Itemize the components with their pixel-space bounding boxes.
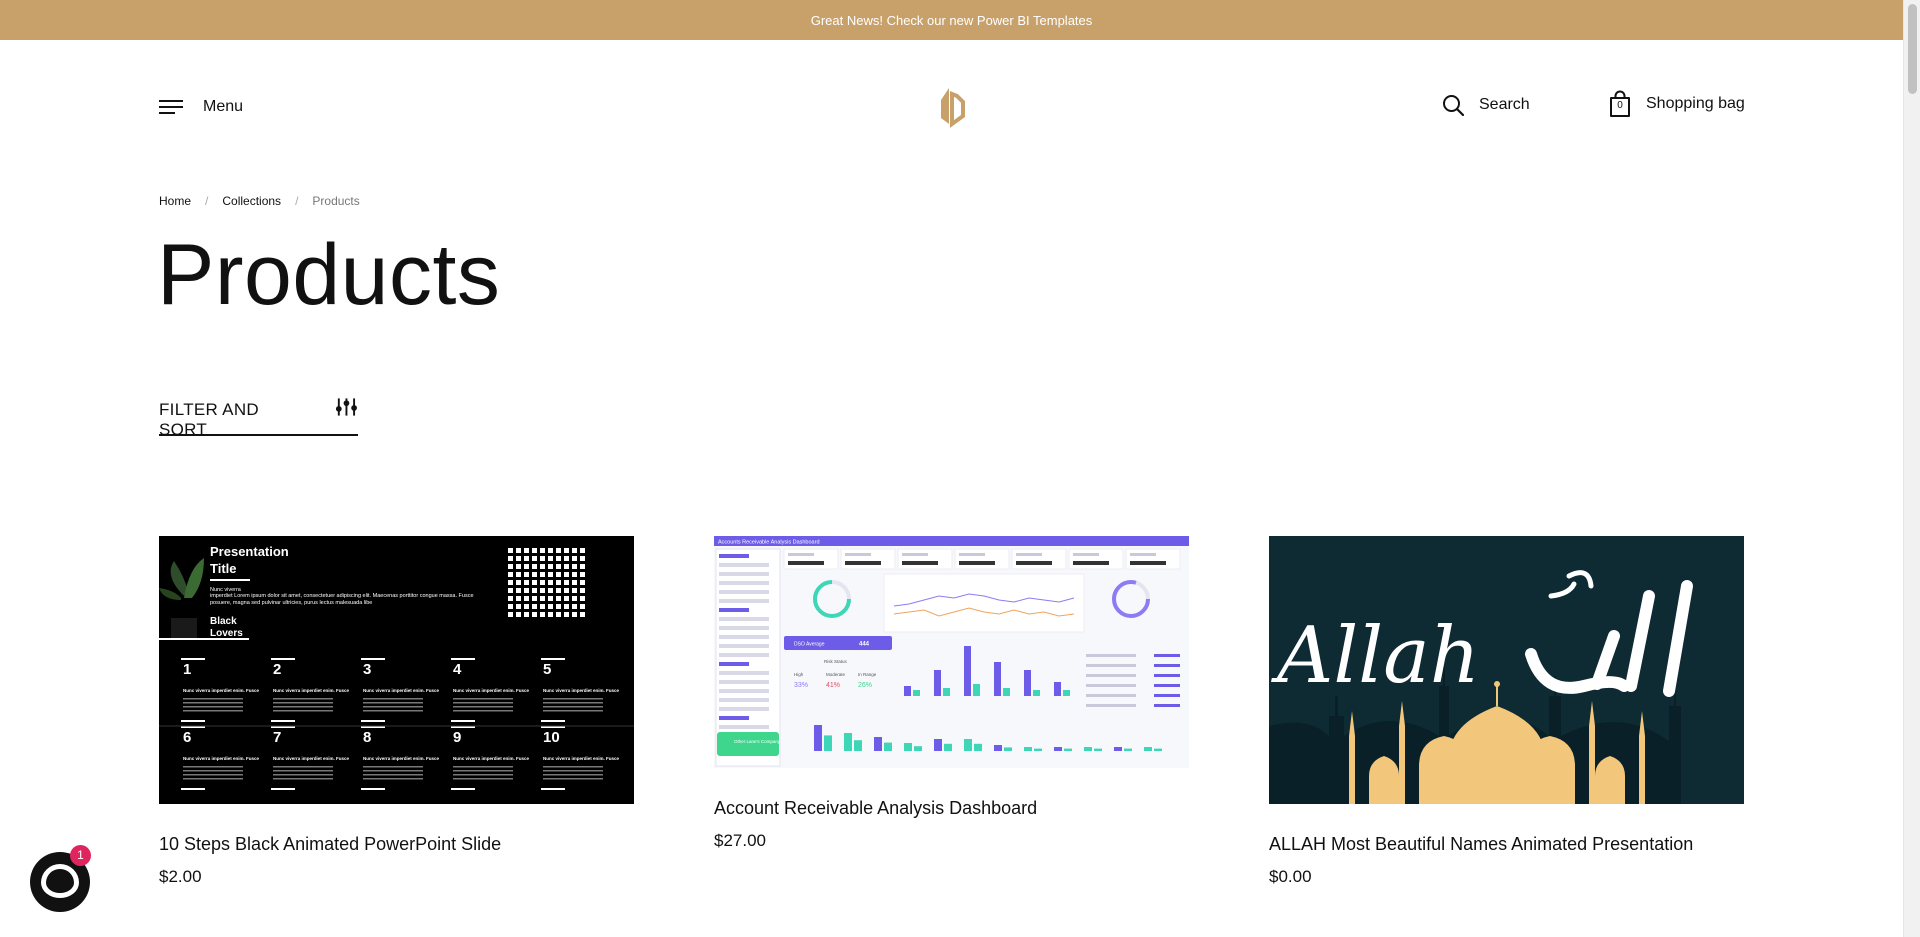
slide-tag-line1: Black [210,616,237,627]
search-label: Search [1479,96,1530,113]
menu-label: Menu [203,98,244,115]
breadcrumb-current: Products [312,194,360,208]
step-number: 9 [453,729,461,746]
step-heading: Nunc viverra imperdiet enim. Fusce [363,756,440,761]
dashboard-header: Accounts Receivable Analysis Dashboard [718,540,820,546]
step-heading: Nunc viverra imperdiet enim. Fusce [453,756,530,761]
slide-heading-line1: Presentation [210,544,289,559]
product-image-black-steps[interactable]: Presentation Title Nunc viverra imperdie… [159,536,634,804]
bag-count: 0 [1617,100,1623,111]
announcement-text[interactable]: Great News! Check our new Power BI Templ… [811,13,1093,28]
step-heading: Nunc viverra imperdiet enim. Fusce [273,688,350,693]
chat-bubble-icon [41,864,79,898]
shopping-bag-button[interactable]: 0 Shopping bag [1608,90,1745,118]
product-card[interactable]: Presentation Title Nunc viverra imperdie… [159,536,634,887]
step-number: 1 [183,661,191,678]
page-scrollbar[interactable] [1903,0,1920,937]
product-card[interactable]: Allah ALLAH Most Beautiful Names Animate… [1269,536,1744,887]
product-price: $0.00 [1269,867,1312,886]
step-heading: Nunc viverra imperdiet enim. Fusce [543,688,620,693]
filter-label: FILTER AND SORT [159,400,259,439]
step-heading: Nunc viverra imperdiet enim. Fusce [183,688,260,693]
site-header: Menu Search 0 Shopping bag [0,40,1903,175]
risk-label: Moderate [826,672,846,677]
step-heading: Nunc viverra imperdiet enim. Fusce [363,688,440,693]
step-number: 10 [543,729,560,746]
product-price: $2.00 [159,867,202,886]
step-number: 8 [363,729,371,746]
step-heading: Nunc viverra imperdiet enim. Fusce [183,756,260,761]
breadcrumb-home[interactable]: Home [159,194,191,208]
step-number: 3 [363,661,371,678]
product-image-allah[interactable]: Allah [1269,536,1744,804]
risk-value: 33% [794,682,808,689]
shopping-bag-label: Shopping bag [1646,95,1745,112]
product-price: $27.00 [714,831,766,850]
step-number: 7 [273,729,281,746]
page-title: Products [157,227,501,323]
risk-value: 26% [858,682,872,689]
hamburger-icon [159,99,183,115]
announcement-bar[interactable]: Great News! Check our new Power BI Templ… [0,0,1903,40]
slide-body-text: imperdiet Lorem ipsum dolor sit amet, co… [210,593,474,606]
slide-heading-line2: Title [210,561,237,576]
breadcrumb: Home / Collections / Products [159,194,360,208]
chat-notification-badge: 1 [70,845,91,866]
breadcrumb-separator: / [205,194,209,208]
product-card[interactable]: Accounts Receivable Analysis Dashboard D… [714,536,1189,851]
allah-script-text: Allah [1271,611,1480,701]
risk-value: 41% [826,682,840,689]
product-image-dashboard[interactable]: Accounts Receivable Analysis Dashboard D… [714,536,1189,768]
step-number: 2 [273,661,281,678]
step-number: 4 [453,661,462,678]
dso-value: 444 [859,642,870,648]
risk-title: Risk Status [824,659,848,664]
risk-label: In Range [858,672,877,677]
dso-label: DSO Average [794,642,825,648]
product-title[interactable]: Account Receivable Analysis Dashboard [714,798,1189,819]
product-title[interactable]: 10 Steps Black Animated PowerPoint Slide [159,834,634,855]
sliders-icon [336,398,358,416]
slide-tag-line2: Lovers [210,628,243,639]
step-heading: Nunc viverra imperdiet enim. Fusce [543,756,620,761]
brand-logo[interactable] [937,84,967,128]
search-icon [1443,95,1464,116]
step-heading: Nunc viverra imperdiet enim. Fusce [273,756,350,761]
breadcrumb-separator: / [295,194,299,208]
product-title[interactable]: ALLAH Most Beautiful Names Animated Pres… [1269,834,1744,855]
scrollbar-thumb[interactable] [1908,4,1917,94]
step-heading: Nunc viverra imperdiet enim. Fusce [453,688,530,693]
shopping-bag-icon: 0 [1608,90,1632,118]
menu-button[interactable]: Menu [159,98,243,116]
risk-label: High [794,672,804,677]
company-label: Other Lane's Company [734,739,781,744]
step-number: 5 [543,661,551,678]
search-button[interactable]: Search [1442,94,1530,116]
step-number: 6 [183,729,191,746]
breadcrumb-collections[interactable]: Collections [222,194,281,208]
filter-and-sort-button[interactable]: FILTER AND SORT [159,396,358,439]
